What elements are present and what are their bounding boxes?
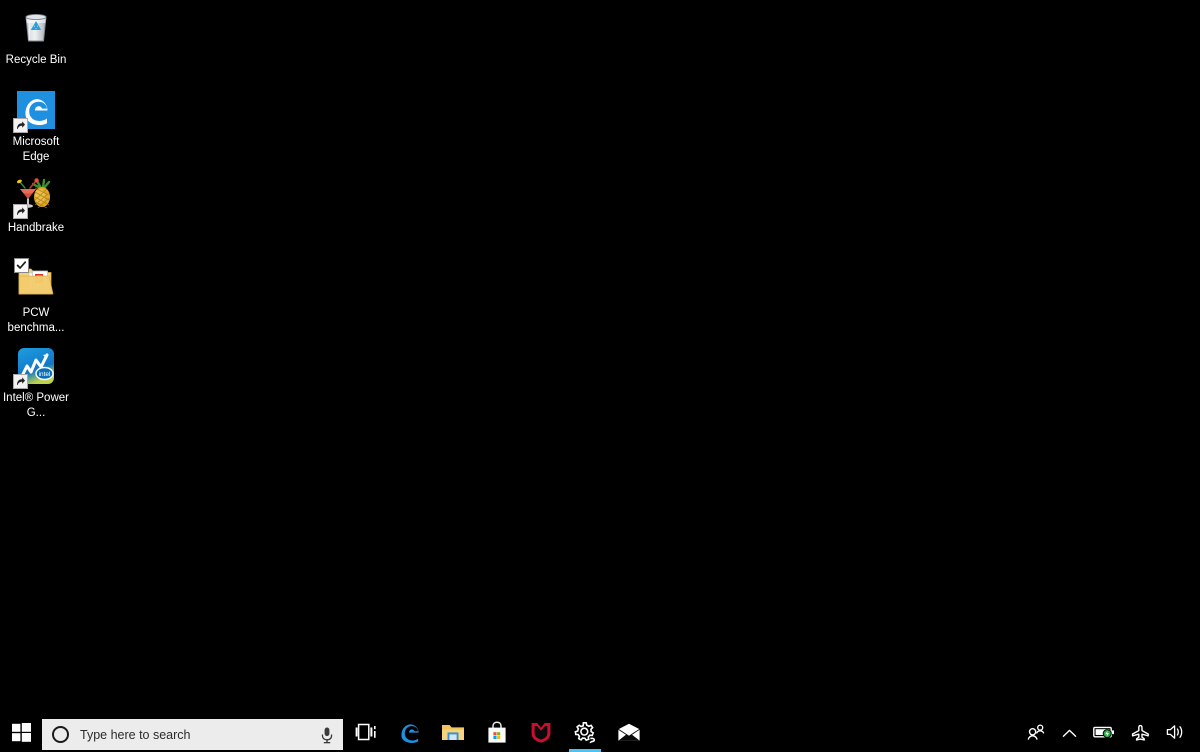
taskbar-button-mcafee[interactable] [519, 717, 563, 752]
desktop-icon-label: Recycle Bin [5, 54, 67, 66]
shield-icon [530, 721, 552, 749]
desktop-icon-microsoft-edge[interactable]: Microsoft Edge [0, 88, 72, 164]
system-tray[interactable] [1019, 717, 1200, 752]
intel-power-gadget-icon: intel [13, 344, 58, 389]
chevron-up-icon [1062, 726, 1077, 744]
task-view-icon [355, 723, 376, 746]
battery-icon [1093, 725, 1115, 744]
search-placeholder: Type here to search [80, 727, 191, 742]
taskbar[interactable]: Type here to search [0, 717, 1200, 752]
people-icon [1027, 723, 1046, 746]
gear-icon [573, 721, 597, 749]
taskbar-button-settings[interactable] [563, 717, 607, 752]
recycle-bin-icon [14, 6, 58, 50]
cortana-circle-icon [52, 726, 69, 743]
desktop-icon-label: Microsoft Edge [12, 136, 60, 163]
svg-text:intel: intel [39, 371, 51, 378]
taskbar-button-edge[interactable] [387, 717, 431, 752]
airplane-icon [1131, 724, 1150, 746]
desktop-icon-label: PCW benchma... [7, 307, 65, 334]
shortcut-arrow-icon [13, 374, 28, 389]
desktop[interactable]: Recycle Bin Microsoft Edge Handbrake PCW… [0, 0, 1200, 752]
tray-button-airplane-mode[interactable] [1123, 717, 1158, 752]
tray-button-people[interactable] [1019, 717, 1054, 752]
desktop-icon-recycle-bin[interactable]: Recycle Bin [0, 6, 72, 68]
taskbar-button-task-view[interactable] [343, 717, 387, 752]
edge-swirl-icon [397, 720, 421, 749]
taskbar-button-mail[interactable] [607, 717, 651, 752]
envelope-icon [617, 723, 641, 747]
start-button[interactable] [0, 717, 42, 752]
taskbar-spacer [651, 717, 1019, 752]
tray-button-show-hidden-icons[interactable] [1054, 717, 1085, 752]
microphone-icon[interactable] [319, 726, 335, 744]
taskbar-button-microsoft-store[interactable] [475, 717, 519, 752]
desktop-icon-label: Intel® Power G... [2, 392, 69, 419]
store-bag-icon [486, 720, 508, 749]
desktop-icon-label: Handbrake [7, 222, 65, 234]
desktop-icon-pcw-benchmark[interactable]: PCW benchma... [0, 258, 72, 335]
tray-button-battery[interactable] [1085, 717, 1123, 752]
folder-icon [441, 722, 465, 748]
tray-button-volume[interactable] [1158, 717, 1194, 752]
sync-check-icon [14, 258, 29, 273]
search-input[interactable]: Type here to search [42, 719, 343, 750]
shortcut-arrow-icon [13, 204, 28, 219]
shortcut-arrow-icon [13, 118, 28, 133]
taskbar-button-file-explorer[interactable] [431, 717, 475, 752]
desktop-icon-intel-power-gadget[interactable]: intel Intel® Power G... [0, 344, 72, 420]
windows-logo-icon [11, 722, 31, 747]
folder-documents-icon [14, 258, 58, 303]
microsoft-edge-icon [13, 88, 58, 133]
handbrake-icon [13, 174, 58, 219]
desktop-icon-handbrake[interactable]: Handbrake [0, 174, 72, 236]
speaker-icon [1166, 724, 1186, 745]
